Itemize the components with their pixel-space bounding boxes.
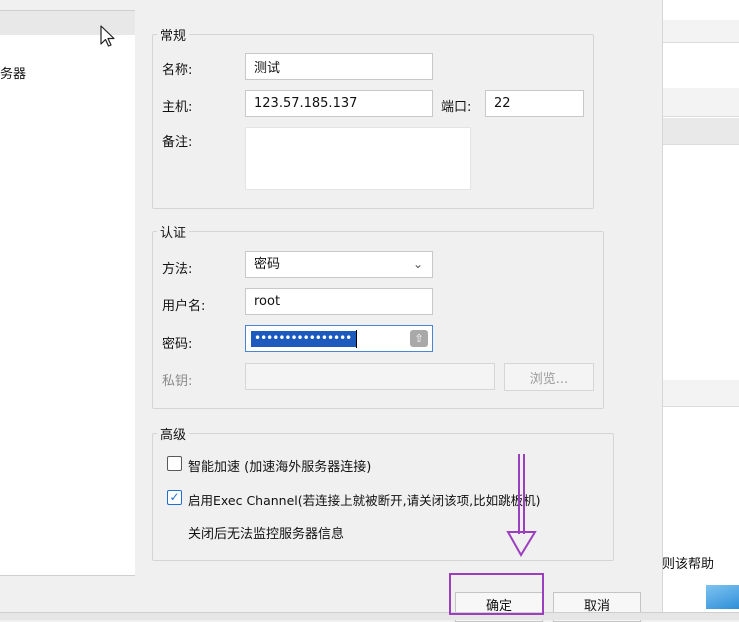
text-caret [356,330,357,348]
browse-button[interactable]: 浏览... [504,363,594,391]
smart-accel-checkbox[interactable] [167,456,182,471]
checkmark-icon: ✓ [169,490,180,504]
advanced-legend: 高级 [160,428,187,443]
caps-lock-icon: ⇧ [410,330,428,347]
privkey-label: 私钥: [162,374,193,389]
smart-accel-label[interactable]: 智能加速 (加速海外服务器连接) [188,456,371,475]
method-select[interactable]: 密码 ⌄ [245,251,433,278]
auth-legend: 认证 [160,226,187,241]
method-selected-value: 密码 [254,257,281,272]
username-label: 用户名: [162,299,206,314]
port-label: 端口: [441,100,472,115]
general-legend: 常规 [160,29,187,44]
note-label: 备注: [162,135,193,150]
password-input[interactable]: •••••••••••••••• ⇧ [245,325,433,352]
chevron-down-icon: ⌄ [412,257,423,271]
server-list-panel [0,10,137,576]
right-background-panel [662,0,739,619]
session-properties-dialog: 常规 名称: 主机: 端口: 备注: 认证 方法: 密码 ⌄ 用户名: 密码: … [135,0,662,622]
right-panel-row [663,20,739,43]
right-panel-row [663,118,739,145]
exec-channel-checkbox[interactable]: ✓ [167,490,182,505]
exec-channel-note: 关闭后无法监控服务器信息 [188,527,345,542]
taskbar-fragment [706,585,739,609]
host-label: 主机: [162,100,193,115]
right-panel-row [663,380,739,407]
help-text-fragment: 则该帮助 [662,557,715,572]
name-label: 名称: [162,63,193,78]
username-input[interactable] [245,288,433,315]
port-input[interactable] [485,90,584,117]
server-list-item-fragment[interactable]: 务器 [0,63,26,82]
method-label: 方法: [162,262,193,277]
password-label: 密码: [162,337,193,352]
host-input[interactable] [245,90,433,117]
privkey-input[interactable] [245,363,495,390]
name-input[interactable] [245,53,433,80]
exec-channel-label[interactable]: 启用Exec Channel(若连接上就被断开,请关闭该项,比如跳板机) [188,490,540,509]
right-panel-row [663,88,739,117]
server-list-selected-row[interactable] [0,11,136,35]
note-textarea[interactable] [245,127,471,190]
password-selected-text: •••••••••••••••• [251,331,357,347]
